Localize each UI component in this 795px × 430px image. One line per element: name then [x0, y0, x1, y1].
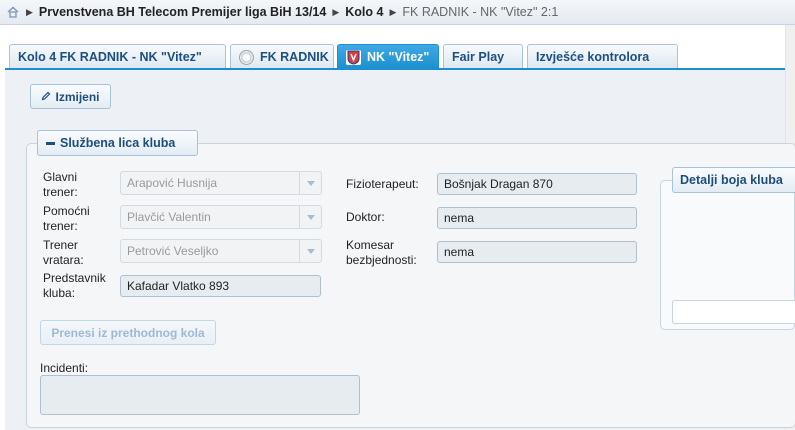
breadcrumb: ▶ Prvenstvena BH Telecom Premijer liga B… [0, 0, 795, 25]
club-colors-legend-label: Detalji boja kluba [680, 173, 783, 187]
chevron-down-icon[interactable] [299, 172, 321, 194]
chevron-down-icon[interactable] [299, 240, 321, 262]
officials-legend-toggle[interactable]: Službena lica kluba [37, 130, 198, 156]
security-commissioner-label: Komesar bezbjednosti: [346, 238, 417, 267]
tab-round-match[interactable]: Kolo 4 FK RADNIK - NK "Vitez" [9, 44, 226, 69]
app-root: ▶ Prvenstvena BH Telecom Premijer liga B… [0, 0, 795, 430]
doctor-label: Doktor: [346, 210, 385, 224]
physio-field[interactable]: Bošnjak Dragan 870 [437, 173, 637, 195]
tab-fair-play[interactable]: Fair Play [443, 44, 523, 69]
security-commissioner-field[interactable]: nema [437, 241, 637, 263]
tab-label: Fair Play [452, 50, 505, 64]
head-coach-label: Glavni trener: [43, 170, 78, 199]
fk-radnik-logo-icon [239, 49, 254, 65]
breadcrumb-round[interactable]: Kolo 4 [345, 5, 383, 19]
physio-value: Bošnjak Dragan 870 [444, 177, 553, 191]
chevron-down-icon[interactable] [299, 206, 321, 228]
edit-button-label: Izmijeni [55, 89, 100, 104]
club-colors-legend[interactable]: Detalji boja kluba [672, 167, 795, 193]
edit-button[interactable]: Izmijeni [30, 84, 111, 109]
incidents-label: Incidenti: [40, 361, 89, 375]
assistant-coach-value: Plavčić Valentin [127, 210, 211, 224]
breadcrumb-league[interactable]: Prvenstvena BH Telecom Premijer liga BiH… [39, 5, 326, 19]
club-colors-field[interactable] [672, 300, 795, 324]
assistant-coach-combo[interactable]: Plavčić Valentin [120, 205, 322, 229]
doctor-value: nema [444, 211, 475, 225]
officials-legend-label: Službena lica kluba [60, 136, 176, 150]
goalkeeper-coach-combo[interactable]: Petrović Veseljko [120, 239, 322, 263]
breadcrumb-separator-icon: ▶ [332, 6, 340, 17]
tab-label: Izvješće kontrolora [536, 50, 650, 64]
doctor-field[interactable]: nema [437, 207, 637, 229]
pencil-icon [41, 90, 51, 104]
head-coach-value: Arapović Husnija [127, 176, 218, 190]
tab-nk-vitez[interactable]: NK "Vitez" [337, 44, 439, 69]
club-rep-value: Kafadar Vlatko 893 [127, 279, 230, 293]
copy-button-label: Prenesi iz prethodnog kola [51, 325, 205, 340]
breadcrumb-separator-icon: ▶ [26, 6, 33, 17]
head-coach-combo[interactable]: Arapović Husnija [120, 171, 322, 195]
club-rep-label: Predstavnik kluba: [43, 271, 106, 300]
tab-fk-radnik[interactable]: FK RADNIK [230, 44, 334, 69]
goalkeeper-coach-label: Trener vratara: [43, 238, 84, 267]
security-commissioner-value: nema [444, 245, 475, 259]
tab-label: NK "Vitez" [367, 50, 430, 64]
breadcrumb-separator-icon: ▶ [389, 6, 397, 17]
tab-label: FK RADNIK [260, 50, 329, 64]
tab-label: Kolo 4 FK RADNIK - NK "Vitez" [18, 50, 202, 64]
nk-vitez-logo-icon [346, 49, 361, 65]
physio-label: Fizioterapeut: [346, 177, 419, 191]
home-icon[interactable] [6, 5, 20, 19]
copy-from-previous-round-button[interactable]: Prenesi iz prethodnog kola [40, 320, 216, 345]
tab-controller-report[interactable]: Izvješće kontrolora [527, 44, 678, 69]
assistant-coach-label: Pomoćni trener: [43, 204, 90, 233]
breadcrumb-match: FK RADNIK - NK "Vitez" 2:1 [402, 5, 559, 19]
goalkeeper-coach-value: Petrović Veseljko [127, 244, 219, 258]
club-rep-field[interactable]: Kafadar Vlatko 893 [120, 275, 321, 297]
collapse-icon [46, 141, 55, 145]
incidents-textarea[interactable] [40, 375, 360, 415]
